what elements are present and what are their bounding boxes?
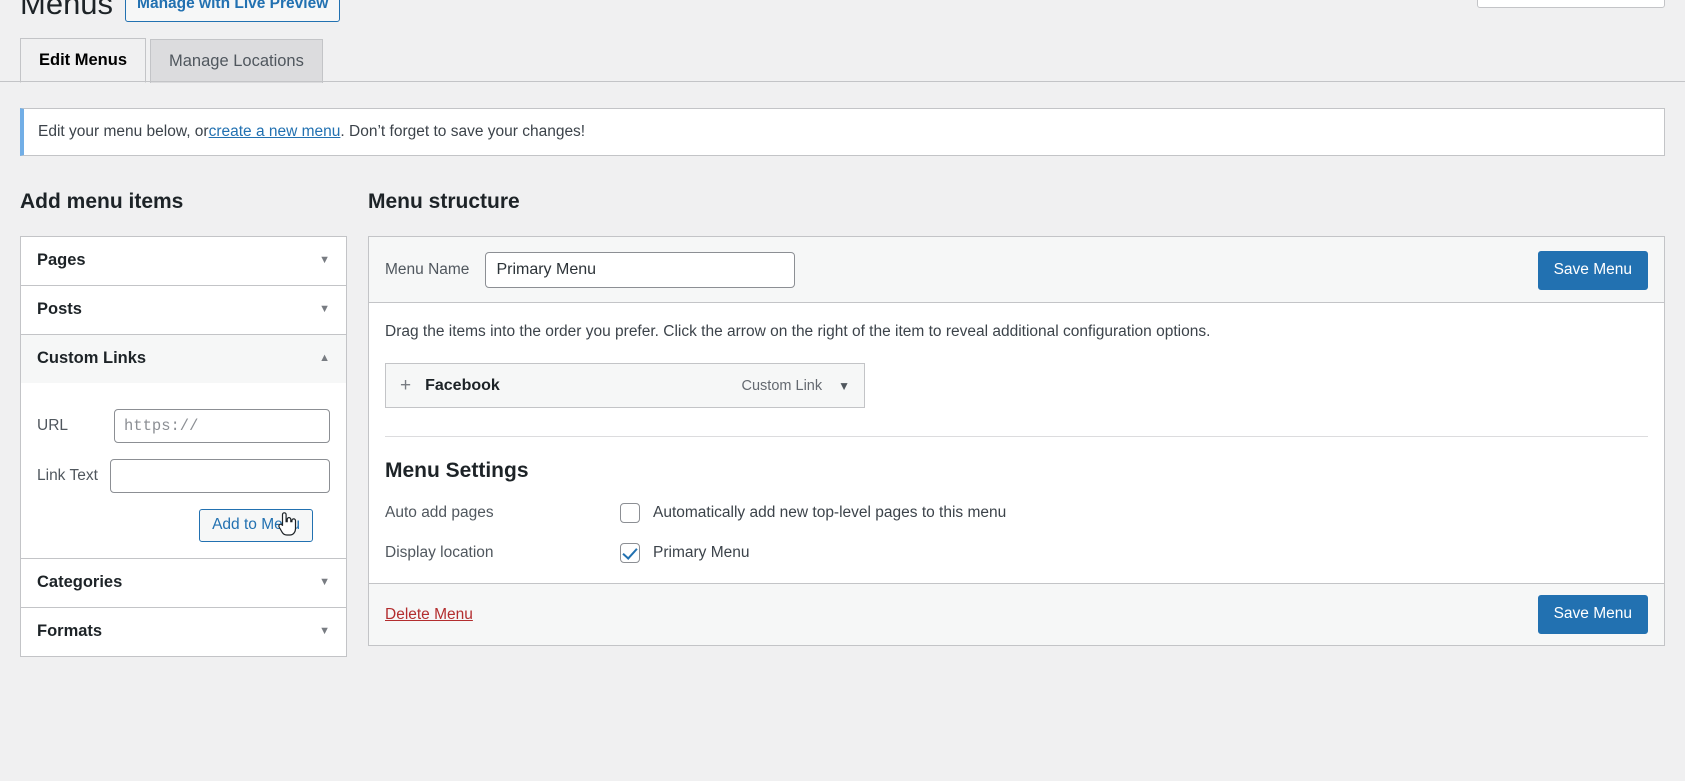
- menu-name-label: Menu Name: [385, 260, 470, 278]
- accordion-header-pages[interactable]: Pages ▼: [21, 237, 346, 285]
- page-title: Menus: [20, 0, 114, 21]
- tab-underline: [0, 81, 1685, 82]
- menu-structure-column: Menu structure Menu Name Save Menu Drag …: [368, 190, 1665, 646]
- add-menu-items-accordion: Pages ▼ Posts ▼ Custom Links ▲ URL https…: [20, 236, 347, 657]
- save-menu-button-bottom[interactable]: Save Menu: [1537, 595, 1648, 634]
- accordion-header-categories[interactable]: Categories ▼: [21, 559, 346, 607]
- menu-settings-title: Menu Settings: [385, 459, 529, 482]
- menu-item-type: Custom Link: [741, 377, 823, 394]
- chevron-down-icon[interactable]: ▼: [838, 379, 850, 393]
- accordion-header-formats[interactable]: Formats ▼: [21, 608, 346, 656]
- display-location-primary-menu-checkbox[interactable]: [620, 543, 640, 563]
- add-menu-items-column: Add menu items Pages ▼ Posts ▼ Custom Li…: [20, 190, 347, 657]
- settings-divider: [385, 436, 1648, 437]
- add-to-menu-row: Add to Menu: [37, 509, 330, 542]
- auto-add-pages-text: Automatically add new top-level pages to…: [653, 504, 1007, 521]
- accordion-section-posts: Posts ▼: [21, 285, 346, 334]
- add-to-menu-label: Add to Menu: [212, 516, 300, 533]
- tab-bar: Edit Menus Manage Locations: [20, 37, 323, 83]
- setting-row-auto-add-pages: Auto add pages Automatically add new top…: [385, 503, 1648, 523]
- display-location-text: Primary Menu: [653, 544, 750, 561]
- wp-menus-admin-page: Menus Manage with Live Preview Edit Menu…: [0, 0, 1685, 781]
- page-header: Menus Manage with Live Preview: [20, 0, 341, 24]
- link-text-field-row: Link Text: [37, 459, 330, 493]
- tab-manage-locations[interactable]: Manage Locations: [150, 38, 323, 83]
- notice-suffix: . Don’t forget to save your changes!: [340, 123, 586, 140]
- top-right-control[interactable]: [1477, 0, 1665, 8]
- save-menu-button-top[interactable]: Save Menu: [1537, 251, 1648, 290]
- auto-add-pages-checkbox[interactable]: [620, 503, 640, 523]
- menu-name-input[interactable]: [485, 251, 796, 288]
- accordion-header-custom-links[interactable]: Custom Links ▲: [21, 335, 346, 383]
- menu-item-title: Facebook: [425, 376, 500, 394]
- url-input[interactable]: [114, 409, 330, 443]
- link-text-label: Link Text: [37, 467, 98, 484]
- setting-row-display-location: Display location Primary Menu: [385, 543, 1648, 563]
- menu-item-facebook[interactable]: + Facebook Custom Link ▼: [385, 363, 865, 408]
- info-notice: Edit your menu below, or create a new me…: [20, 108, 1665, 156]
- notice-prefix: Edit your menu below, or: [38, 123, 209, 140]
- link-text-input[interactable]: [110, 459, 330, 493]
- accordion-title-posts: Posts: [37, 300, 82, 318]
- accordion-section-formats: Formats ▼: [21, 607, 346, 656]
- accordion-section-custom-links: Custom Links ▲ URL Link Text Add to Menu: [21, 334, 346, 558]
- menu-structure-body: Drag the items into the order you prefer…: [369, 303, 1664, 563]
- accordion-title-pages: Pages: [37, 251, 86, 269]
- accordion-title-formats: Formats: [37, 622, 103, 640]
- manage-with-live-preview-button[interactable]: Manage with Live Preview: [125, 0, 341, 23]
- chevron-down-icon: ▼: [319, 254, 330, 266]
- menu-structure-panel: Menu Name Save Menu Drag the items into …: [368, 236, 1665, 646]
- menu-structure-heading: Menu structure: [368, 190, 520, 213]
- accordion-section-categories: Categories ▼: [21, 558, 346, 607]
- create-a-new-menu-link[interactable]: create a new menu: [209, 123, 341, 141]
- auto-add-pages-label: Auto add pages: [385, 504, 494, 521]
- display-location-label: Display location: [385, 544, 494, 561]
- accordion-title-custom-links: Custom Links: [37, 349, 147, 367]
- move-handle-icon[interactable]: +: [400, 376, 411, 395]
- tab-edit-menus[interactable]: Edit Menus: [20, 37, 147, 83]
- chevron-down-icon: ▼: [319, 303, 330, 315]
- delete-menu-link[interactable]: Delete Menu: [385, 606, 473, 624]
- chevron-up-icon: ▲: [319, 352, 330, 364]
- menu-name-bar: Menu Name Save Menu: [369, 237, 1664, 303]
- accordion-header-posts[interactable]: Posts ▼: [21, 286, 346, 334]
- add-to-menu-button[interactable]: Add to Menu: [199, 509, 313, 542]
- chevron-down-icon: ▼: [319, 625, 330, 637]
- url-field-row: URL: [37, 409, 330, 443]
- chevron-down-icon: ▼: [319, 576, 330, 588]
- accordion-title-categories: Categories: [37, 573, 123, 591]
- menu-structure-footer: Delete Menu Save Menu: [369, 583, 1664, 645]
- url-label: URL: [37, 417, 69, 434]
- accordion-section-pages: Pages ▼: [21, 237, 346, 285]
- drag-hint-text: Drag the items into the order you prefer…: [385, 323, 1211, 340]
- add-menu-items-heading: Add menu items: [20, 190, 184, 213]
- custom-links-body: URL Link Text Add to Menu: [21, 383, 346, 558]
